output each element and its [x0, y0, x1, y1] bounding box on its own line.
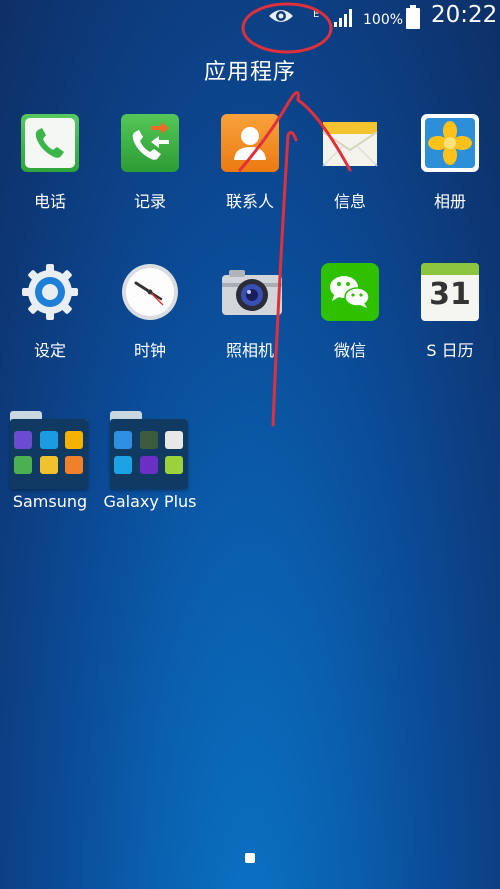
camera-icon — [221, 263, 282, 321]
app-clock[interactable]: 时钟 — [100, 263, 200, 393]
app-gallery[interactable]: 相册 — [400, 114, 500, 244]
app-wechat[interactable]: 微信 — [300, 263, 400, 393]
page-title: 应用程序 — [203, 60, 296, 85]
battery-percent: 100% — [363, 12, 404, 28]
wechat-icon — [321, 263, 379, 321]
folder-icon — [110, 411, 190, 491]
calendar-day: 31 — [429, 277, 471, 312]
phone-icon — [21, 114, 79, 172]
app-label: S 日历 — [426, 341, 474, 360]
app-phone[interactable]: 电话 — [0, 114, 100, 244]
messages-icon — [321, 114, 379, 172]
app-calendar[interactable]: 31 S 日历 — [400, 263, 500, 393]
gallery-icon — [421, 114, 479, 172]
folder-samsung[interactable]: Samsung — [0, 411, 100, 541]
status-bar: E 100% 20:22 — [0, 0, 500, 38]
settings-icon — [21, 263, 79, 321]
app-call-log[interactable]: 记录 — [100, 114, 200, 244]
home-page-indicator[interactable] — [245, 853, 255, 863]
app-contacts[interactable]: 联系人 — [200, 114, 300, 244]
calendar-icon: 31 — [421, 263, 479, 321]
signal-icon — [333, 8, 355, 28]
contacts-icon — [221, 114, 279, 172]
network-type: E — [313, 9, 320, 20]
call-log-icon — [121, 114, 179, 172]
app-messages[interactable]: 信息 — [300, 114, 400, 244]
app-camera[interactable]: 照相机 — [200, 263, 300, 393]
folder-galaxy-plus[interactable]: Galaxy Plus — [100, 411, 200, 541]
folder-icon — [10, 411, 90, 491]
clock-time: 20:22 — [431, 2, 498, 28]
battery-icon — [406, 5, 420, 29]
clock-icon — [121, 263, 179, 321]
app-label: 相册 — [433, 192, 466, 211]
eye-icon — [268, 6, 294, 26]
app-settings[interactable]: 设定 — [0, 263, 100, 393]
folder-label: Galaxy Plus — [103, 492, 197, 511]
